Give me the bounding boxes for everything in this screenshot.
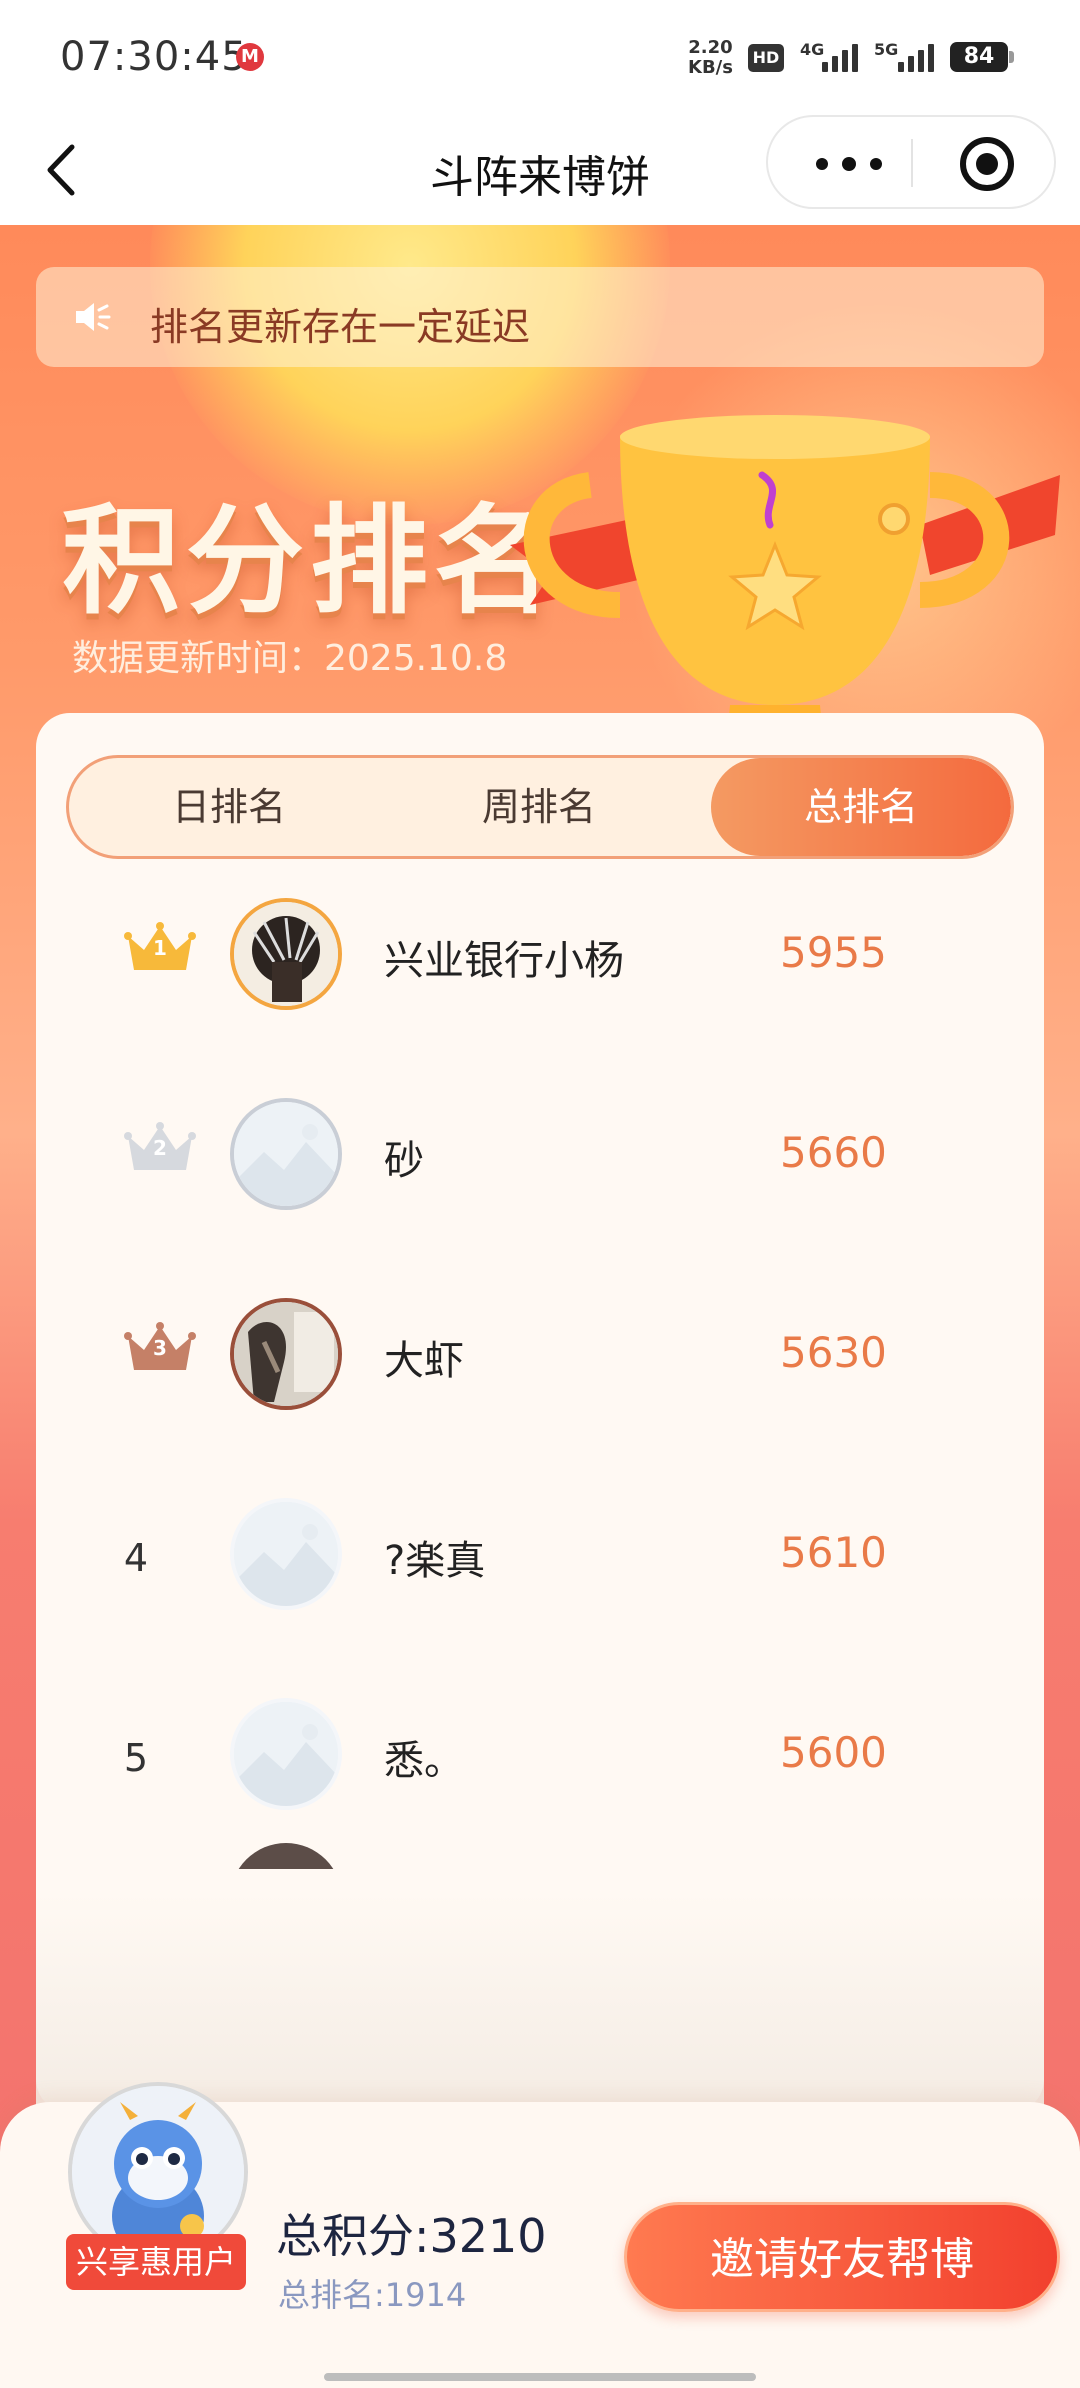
list-fade: [36, 1893, 1044, 2113]
rank-row[interactable]: 5 悉。 5600: [36, 1688, 1044, 1888]
network-speed-value: 2.20: [688, 37, 733, 58]
avatar: [230, 898, 342, 1010]
tab-total-rank[interactable]: 总排名: [711, 758, 1011, 856]
nav-bar: 斗阵来博饼: [0, 115, 1080, 225]
user-summary-bar: 兴享惠用户 总积分:3210 总排名:1914 邀请好友帮博: [0, 2082, 1080, 2388]
rank-score: 5600: [780, 1728, 887, 1777]
rank-score: 5955: [780, 928, 887, 977]
rank-row[interactable]: 3 大虾 5630: [36, 1288, 1044, 1488]
rank-number: 5: [123, 1736, 149, 1780]
total-rank: 总排名:1914: [278, 2276, 467, 2314]
avatar: [230, 1298, 342, 1410]
capsule-divider: [911, 139, 913, 187]
avatar-placeholder: [230, 1098, 342, 1210]
target-icon: [976, 153, 998, 175]
rank-name: 悉。: [384, 1738, 464, 1784]
silver-crown-icon: 2: [124, 1118, 196, 1178]
tab-weekly-rank[interactable]: 周排名: [379, 758, 699, 856]
avatar-placeholder: [230, 1498, 342, 1610]
close-miniprogram-button[interactable]: [960, 137, 1014, 191]
notice-text: 排名更新存在一定延迟: [150, 305, 531, 349]
hero-banner: 排名更新存在一定延迟 积分排名 数据更新时间：2025.10.8 日排名 周排名…: [0, 225, 1080, 2388]
cmb-icon: M: [236, 43, 264, 71]
partial-avatar: [230, 1843, 342, 1869]
rank-score: 5610: [780, 1528, 887, 1577]
rank-row[interactable]: 1 兴业银行小杨 5955: [36, 888, 1044, 1088]
invite-friends-button[interactable]: 邀请好友帮博: [624, 2202, 1060, 2312]
network-speed-unit: KB/s: [688, 57, 733, 78]
gold-crown-icon: 1: [124, 918, 196, 978]
rank-score: 5660: [780, 1128, 887, 1177]
hero-title: 积分排名: [62, 492, 559, 630]
speaker-icon: [76, 303, 111, 331]
status-bar: 07:30:45 M 2.20 KB/s HD 4G 5G 84: [0, 0, 1080, 115]
avatar-placeholder: [230, 1698, 342, 1810]
status-time: 07:30:45: [60, 34, 248, 80]
hd-badge: HD: [748, 44, 784, 72]
battery-tip: [1009, 51, 1014, 63]
rank-name: ?楽真: [384, 1538, 486, 1584]
total-score: 总积分:3210: [276, 2209, 547, 2263]
home-indicator[interactable]: [324, 2373, 756, 2381]
mini-program-capsule: [766, 115, 1056, 209]
more-dots-icon: [816, 158, 828, 170]
rank-row[interactable]: 2 砂 5660: [36, 1088, 1044, 1288]
bronze-crown-icon: 3: [124, 1318, 196, 1378]
rank-row[interactable]: 4 ?楽真 5610: [36, 1488, 1044, 1688]
rank-number: 4: [123, 1536, 149, 1580]
rank-tabs: 日排名 周排名 总排名: [66, 755, 1014, 859]
rank-name: 大虾: [384, 1338, 464, 1384]
rank-score: 5630: [780, 1328, 887, 1377]
dragon-mascot-icon: [72, 2086, 244, 2258]
tab-daily-rank[interactable]: 日排名: [69, 758, 389, 856]
rank-number: 2: [153, 1136, 167, 1160]
more-button[interactable]: [808, 143, 898, 183]
notice-bar: 排名更新存在一定延迟: [36, 267, 1044, 367]
rank-number: 1: [153, 936, 167, 960]
network-speed: 2.20 KB/s: [688, 38, 733, 78]
ranking-card: 日排名 周排名 总排名 1 兴业银行小杨 5955 2 砂 5660 3 大虾 …: [36, 713, 1044, 2113]
rank-name: 兴业银行小杨: [384, 938, 624, 984]
update-time: 数据更新时间：2025.10.8: [72, 638, 508, 679]
battery-indicator: 84: [950, 42, 1008, 72]
rank-name: 砂: [384, 1138, 424, 1184]
signal-4g-icon: 4G: [800, 40, 860, 74]
rank-number: 3: [153, 1336, 167, 1360]
signal-5g-icon: 5G: [874, 40, 938, 74]
user-level-badge: 兴享惠用户: [66, 2234, 246, 2290]
